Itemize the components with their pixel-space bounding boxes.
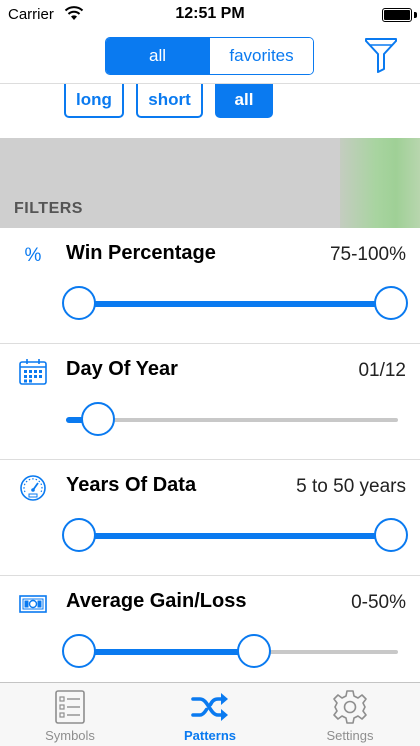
filter-win-percentage: % Win Percentage 75-100%	[0, 228, 420, 344]
green-highlight	[340, 138, 420, 228]
tab-label: Symbols	[45, 728, 95, 743]
money-icon	[19, 595, 47, 613]
slider-track	[66, 418, 398, 422]
win-percentage-slider[interactable]	[62, 286, 408, 322]
filter-title: Years Of Data	[66, 474, 197, 496]
slider-thumb[interactable]	[80, 402, 115, 436]
filter-value: 5 to 50 years	[296, 476, 406, 497]
type-all-button[interactable]: all	[215, 84, 273, 118]
years-of-data-slider[interactable]	[62, 518, 408, 554]
day-of-year-slider[interactable]	[62, 402, 408, 438]
filter-day-of-year: Day Of Year 01/12	[0, 344, 420, 460]
nav-bar: all favorites	[0, 30, 420, 84]
tab-label: Settings	[326, 728, 374, 743]
type-filter-row: long short all	[0, 84, 420, 138]
slider-thumb-max[interactable]	[374, 518, 408, 552]
funnel-icon[interactable]	[364, 36, 398, 74]
slider-thumb-max[interactable]	[374, 286, 408, 320]
type-long-button[interactable]: long	[64, 84, 124, 118]
slider-thumb-min[interactable]	[62, 286, 96, 320]
filter-title: Average Gain/Loss	[66, 590, 247, 612]
slider-fill	[79, 649, 254, 655]
segment-favorites[interactable]: favorites	[209, 38, 313, 74]
calendar-icon	[19, 359, 47, 385]
filter-years-of-data: Years Of Data 5 to 50 years	[0, 460, 420, 576]
tab-settings[interactable]: Settings	[280, 683, 420, 746]
slider-fill	[79, 301, 391, 307]
status-bar: Carrier 12:51 PM	[0, 0, 420, 30]
battery-icon	[382, 8, 412, 22]
slider-thumb-max[interactable]	[236, 634, 271, 668]
section-band: FILTERS	[0, 138, 420, 228]
filter-value: 0-50%	[351, 592, 406, 613]
tab-symbols[interactable]: Symbols	[0, 683, 140, 746]
shuffle-icon	[191, 693, 228, 721]
filter-title: Day Of Year	[66, 358, 178, 380]
slider-fill	[79, 533, 391, 539]
segment-all[interactable]: all	[106, 38, 209, 74]
tab-patterns[interactable]: Patterns	[140, 683, 280, 746]
slider-thumb-min[interactable]	[62, 634, 96, 668]
filter-value: 01/12	[358, 360, 406, 381]
type-short-button[interactable]: short	[136, 84, 203, 118]
scope-segmented-control: all favorites	[105, 37, 314, 75]
gear-icon	[333, 690, 367, 724]
filter-value: 75-100%	[329, 244, 406, 265]
average-gain-loss-slider[interactable]	[62, 634, 408, 670]
list-icon	[55, 690, 85, 724]
percent-icon: %	[24, 245, 42, 266]
tab-bar: Symbols Patterns Settings	[0, 682, 420, 746]
tab-label: Patterns	[183, 728, 237, 743]
section-header: FILTERS	[14, 200, 83, 217]
slider-thumb-min[interactable]	[62, 518, 96, 552]
filter-title: Win Percentage	[66, 242, 216, 264]
filter-average-gain-loss: Average Gain/Loss 0-50%	[0, 576, 420, 692]
gauge-icon	[20, 475, 46, 501]
clock: 12:51 PM	[175, 5, 245, 22]
battery-tip	[414, 12, 417, 18]
